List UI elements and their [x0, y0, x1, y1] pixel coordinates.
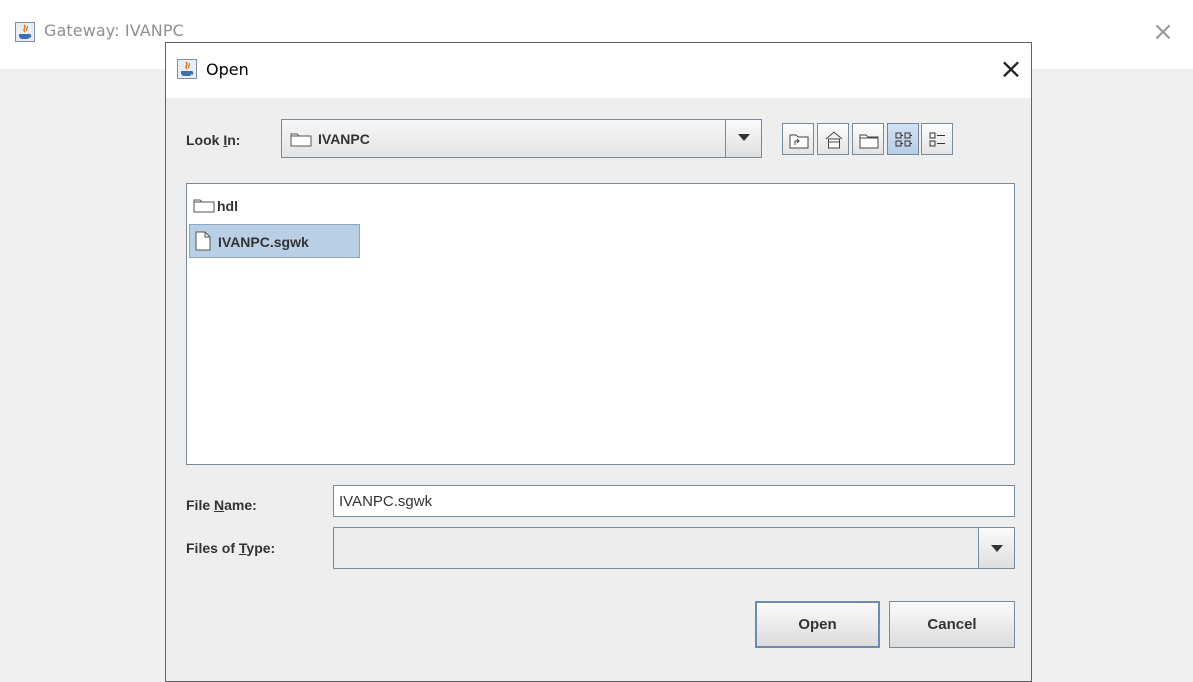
java-app-icon: [15, 22, 35, 42]
java-app-icon: [177, 59, 197, 79]
look-in-dropdown-arrow-icon[interactable]: [725, 120, 761, 157]
file-name-input[interactable]: [333, 485, 1015, 517]
details-view-button[interactable]: [921, 123, 953, 155]
details-view-icon: [929, 132, 945, 147]
list-item-file-ivanpc-sgwk[interactable]: IVANPC.sgwk: [189, 224, 360, 258]
folder-icon: [290, 133, 312, 147]
up-one-level-button[interactable]: [782, 123, 814, 155]
cancel-button[interactable]: Cancel: [889, 601, 1015, 648]
home-button[interactable]: [817, 123, 849, 155]
dialog-titlebar: Open ×: [166, 43, 1031, 98]
file-name-label: File Name:: [186, 497, 257, 513]
file-name-text: hdl: [217, 198, 238, 214]
open-dialog: Open × Look In: IVANPC hdl IVANPC.sgwk F…: [165, 42, 1032, 682]
home-icon: [825, 131, 843, 149]
file-icon: [195, 231, 211, 251]
look-in-combo[interactable]: IVANPC: [281, 119, 762, 158]
file-list[interactable]: hdl IVANPC.sgwk: [186, 183, 1015, 465]
files-of-type-dropdown-arrow-icon[interactable]: [978, 528, 1014, 568]
background-close-icon[interactable]: ×: [1150, 19, 1176, 46]
dialog-close-icon[interactable]: ×: [996, 55, 1026, 85]
files-of-type-label: Files of Type:: [186, 540, 276, 556]
new-folder-icon: [859, 134, 879, 149]
list-item-folder-hdl[interactable]: hdl: [189, 189, 279, 223]
open-button[interactable]: Open: [755, 601, 880, 648]
folder-icon: [193, 199, 215, 213]
list-view-button[interactable]: [887, 123, 919, 155]
files-of-type-combo[interactable]: [333, 527, 1015, 569]
dialog-title: Open: [206, 60, 249, 79]
new-folder-button[interactable]: [852, 123, 884, 155]
file-name-text: IVANPC.sgwk: [218, 234, 309, 250]
folder-up-icon: [789, 134, 809, 149]
background-window-title: Gateway: IVANPC: [44, 21, 184, 40]
look-in-label: Look In:: [186, 132, 241, 148]
list-view-icon: [895, 132, 912, 147]
look-in-value: IVANPC: [318, 131, 370, 147]
